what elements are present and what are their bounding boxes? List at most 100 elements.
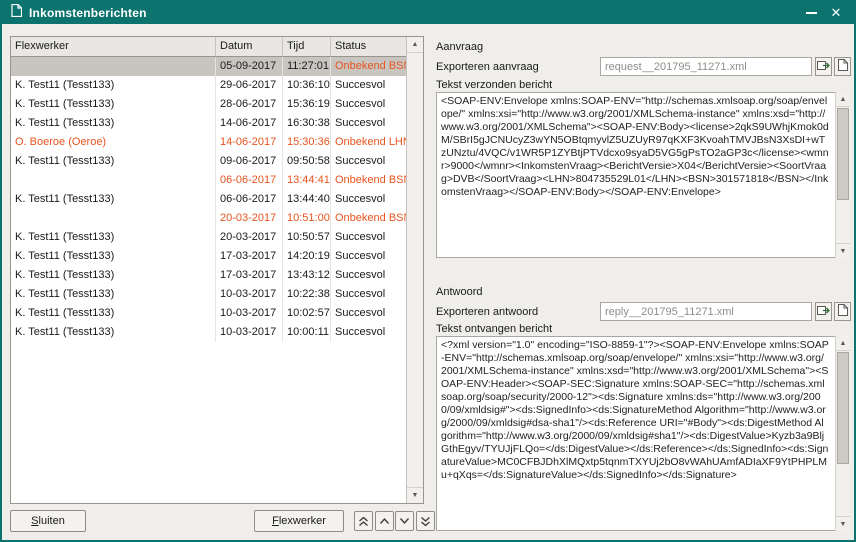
table-cell: Succesvol	[331, 304, 406, 323]
table-row[interactable]: K. Test11 (Tesst133)10-03-201710:00:11Su…	[11, 323, 406, 342]
table-row[interactable]: 05-09-201711:27:01Onbekend BSN	[11, 57, 406, 76]
scroll-down-arrow[interactable]: ▼	[836, 516, 850, 531]
first-record-button[interactable]	[354, 511, 373, 531]
exporteren-aanvraag-input[interactable]	[600, 57, 812, 76]
file-icon	[838, 58, 848, 76]
table-row[interactable]: K. Test11 (Tesst133)29-06-201710:36:10Su…	[11, 76, 406, 95]
table-cell: 10:22:38	[283, 285, 331, 304]
table-scrollbar[interactable]: ▲ ▼	[406, 37, 423, 503]
table-cell: 13:44:41	[283, 171, 331, 190]
flexwerker-button[interactable]: Flexwerker	[254, 510, 344, 532]
table-cell: Succesvol	[331, 95, 406, 114]
table-cell: 06-06-2017	[216, 190, 283, 209]
table-row[interactable]: K. Test11 (Tesst133)14-06-201716:30:38Su…	[11, 114, 406, 133]
titlebar[interactable]: Inkomstenberichten ✕	[2, 2, 854, 24]
exporteren-antwoord-input[interactable]	[600, 302, 812, 321]
table-cell: K. Test11 (Tesst133)	[11, 152, 216, 171]
table-cell: 20-03-2017	[216, 209, 283, 228]
sluiten-button[interactable]: Sluiten	[10, 510, 86, 532]
table-body: 05-09-201711:27:01Onbekend BSNK. Test11 …	[11, 57, 406, 342]
window-title: Inkomstenberichten	[29, 6, 147, 20]
scrollbar-thumb[interactable]	[837, 108, 849, 200]
scroll-up-arrow[interactable]: ▲	[407, 37, 423, 53]
dialog-window: Inkomstenberichten ✕ Flexwerker Datum Ti…	[0, 0, 856, 542]
table-cell: Onbekend BSN	[331, 171, 406, 190]
table-cell: 13:44:40	[283, 190, 331, 209]
ontvangen-scrollbar[interactable]: ▲ ▼	[835, 336, 850, 531]
open-antwoord-file-button[interactable]	[834, 302, 851, 321]
table-cell: 17-03-2017	[216, 247, 283, 266]
last-record-button[interactable]	[416, 511, 435, 531]
table-cell: K. Test11 (Tesst133)	[11, 190, 216, 209]
table-row[interactable]: K. Test11 (Tesst133)17-03-201713:43:12Su…	[11, 266, 406, 285]
table-cell: 10:02:57	[283, 304, 331, 323]
table-cell: 10:51:00	[283, 209, 331, 228]
scroll-down-arrow[interactable]: ▼	[836, 243, 850, 258]
scroll-up-arrow[interactable]: ▲	[836, 336, 850, 351]
table-cell: 06-06-2017	[216, 171, 283, 190]
table-cell: Onbekend BSN	[331, 209, 406, 228]
table-cell: K. Test11 (Tesst133)	[11, 114, 216, 133]
table-cell: 15:30:36	[283, 133, 331, 152]
table-cell: 14:20:19	[283, 247, 331, 266]
table-row[interactable]: K. Test11 (Tesst133)06-06-201713:44:40Su…	[11, 190, 406, 209]
table-row[interactable]: O. Boeroe (Oeroe)14-06-201715:30:36Onbek…	[11, 133, 406, 152]
table-cell: 20-03-2017	[216, 228, 283, 247]
ontvangen-bericht-text[interactable]: <?xml version="1.0" encoding="ISO-8859-1…	[436, 336, 850, 531]
export-aanvraag-button[interactable]	[815, 57, 832, 76]
table-row[interactable]: K. Test11 (Tesst133)10-03-201710:22:38Su…	[11, 285, 406, 304]
table-row[interactable]: 20-03-201710:51:00Onbekend BSN	[11, 209, 406, 228]
close-button[interactable]: ✕	[827, 4, 845, 22]
table-cell: Onbekend LHN	[331, 133, 406, 152]
export-icon	[817, 58, 830, 76]
table-cell: 10-03-2017	[216, 323, 283, 342]
table-cell: 05-09-2017	[216, 57, 283, 76]
table-row[interactable]: K. Test11 (Tesst133)28-06-201715:36:19Su…	[11, 95, 406, 114]
tekst-ontvangen-label: Tekst ontvangen bericht	[436, 323, 552, 335]
table-cell: O. Boeroe (Oeroe)	[11, 133, 216, 152]
previous-record-button[interactable]	[375, 511, 394, 531]
open-aanvraag-file-button[interactable]	[834, 57, 851, 76]
table-cell: Succesvol	[331, 228, 406, 247]
table-row[interactable]: K. Test11 (Tesst133)09-06-201709:50:58Su…	[11, 152, 406, 171]
double-chevron-down-icon	[420, 516, 431, 527]
table-cell: 11:27:01	[283, 57, 331, 76]
table-cell: K. Test11 (Tesst133)	[11, 76, 216, 95]
scrollbar-thumb[interactable]	[837, 352, 849, 464]
table-cell: 10-03-2017	[216, 285, 283, 304]
table-cell: Succesvol	[331, 114, 406, 133]
table-cell: 17-03-2017	[216, 266, 283, 285]
exporteren-aanvraag-label: Exporteren aanvraag	[436, 61, 539, 73]
table-cell: 15:36:19	[283, 95, 331, 114]
table-cell	[11, 209, 216, 228]
table-row[interactable]: K. Test11 (Tesst133)17-03-201714:20:19Su…	[11, 247, 406, 266]
exporteren-antwoord-label: Exporteren antwoord	[436, 306, 538, 318]
column-header-tijd[interactable]: Tijd	[283, 37, 331, 56]
verzonden-bericht-text[interactable]: <SOAP-ENV:Envelope xmlns:SOAP-ENV="http:…	[436, 92, 850, 258]
table-row[interactable]: K. Test11 (Tesst133)10-03-201710:02:57Su…	[11, 304, 406, 323]
column-header-datum[interactable]: Datum	[216, 37, 283, 56]
table-row[interactable]: 06-06-201713:44:41Onbekend BSN	[11, 171, 406, 190]
table-row[interactable]: K. Test11 (Tesst133)20-03-201710:50:57Su…	[11, 228, 406, 247]
minimize-button[interactable]	[802, 4, 820, 22]
table-cell: 10:36:10	[283, 76, 331, 95]
chevron-down-icon	[399, 517, 410, 525]
export-icon	[817, 303, 830, 321]
column-header-flexwerker[interactable]: Flexwerker	[11, 37, 216, 56]
table-cell: 29-06-2017	[216, 76, 283, 95]
next-record-button[interactable]	[395, 511, 414, 531]
scroll-down-arrow[interactable]: ▼	[407, 487, 423, 503]
minimize-icon	[806, 12, 817, 14]
table-cell: K. Test11 (Tesst133)	[11, 247, 216, 266]
table-cell: K. Test11 (Tesst133)	[11, 304, 216, 323]
verzonden-scrollbar[interactable]: ▲ ▼	[835, 92, 850, 258]
table-cell: 10:00:11	[283, 323, 331, 342]
table-cell: K. Test11 (Tesst133)	[11, 285, 216, 304]
double-chevron-up-icon	[358, 516, 369, 527]
table-cell	[11, 171, 216, 190]
table-cell: Succesvol	[331, 266, 406, 285]
scroll-up-arrow[interactable]: ▲	[836, 92, 850, 107]
column-header-status[interactable]: Status	[331, 37, 406, 56]
table-cell: Succesvol	[331, 285, 406, 304]
export-antwoord-button[interactable]	[815, 302, 832, 321]
